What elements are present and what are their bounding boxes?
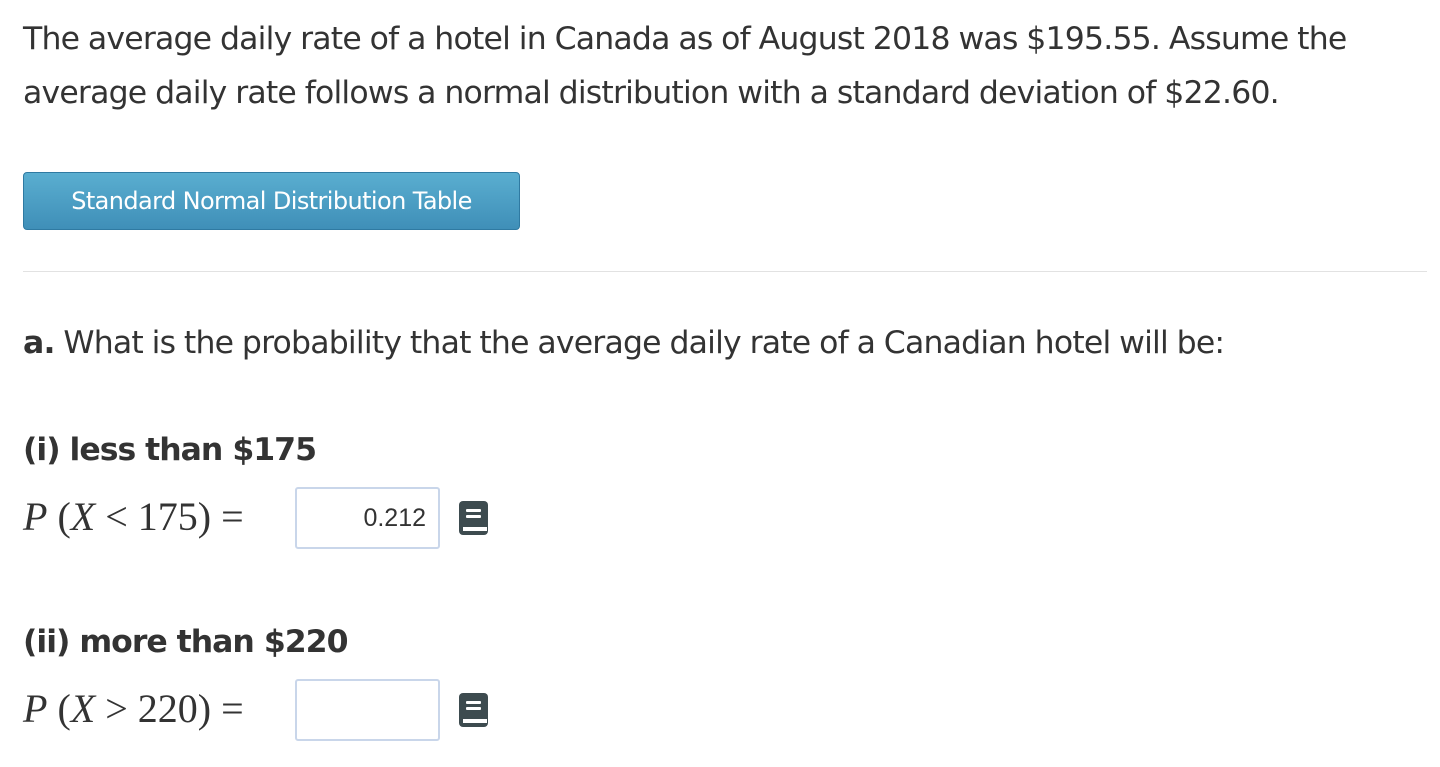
part-ii-eq-p: P [23, 686, 48, 731]
part-ii-eq-open: ( [47, 686, 71, 731]
part-i-heading: (i) less than $175 [23, 432, 317, 468]
part-ii-equation: P (X > 220) = [23, 685, 244, 733]
standard-normal-table-button[interactable]: Standard Normal Distribution Table [23, 172, 520, 230]
question-label: a. [23, 325, 55, 361]
book-icon[interactable] [458, 500, 489, 536]
section-divider [23, 271, 1427, 272]
question-prompt: a. What is the probability that the aver… [23, 318, 1225, 368]
question-text: What is the probability that the average… [63, 325, 1225, 361]
part-i-eq-var: X [70, 494, 96, 539]
part-i-equation: P (X < 175) = [23, 493, 244, 541]
part-i-eq-p: P [23, 494, 48, 539]
part-i-eq-open: ( [47, 494, 71, 539]
problem-statement: The average daily rate of a hotel in Can… [23, 21, 1347, 111]
part-ii-eq-var: X [70, 686, 96, 731]
part-i-answer-input[interactable] [295, 487, 440, 549]
part-ii-answer-input[interactable] [295, 679, 440, 741]
part-ii-heading: (ii) more than $220 [23, 624, 348, 660]
book-icon[interactable] [458, 692, 489, 728]
part-ii-eq-rest: > 220) = [95, 686, 244, 731]
part-i-eq-rest: < 175) = [95, 494, 244, 539]
